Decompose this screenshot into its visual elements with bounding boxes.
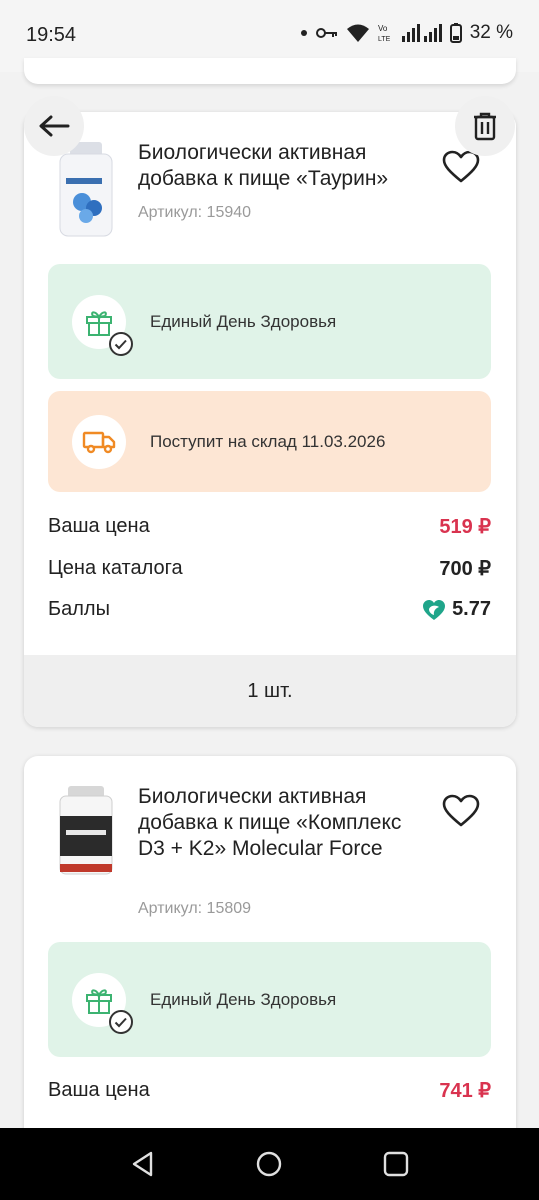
svg-text:LTE: LTE: [378, 36, 391, 43]
back-button[interactable]: [24, 96, 84, 156]
cart-item-card: Биологически активная добавка к пище «Та…: [24, 112, 516, 727]
product-title[interactable]: Биологически активная добавка к пище «Ко…: [138, 784, 428, 862]
check-circle-icon: [109, 331, 133, 356]
promo-stock-arrival: Поступит на склад 11.03.2026: [48, 391, 491, 492]
svg-text:Vo: Vo: [378, 24, 388, 33]
promo-icon-wrap: [72, 294, 133, 356]
your-price-label: Ваша цена: [48, 515, 150, 537]
your-price-value: 519 ₽: [439, 516, 491, 538]
catalog-price-label: Цена каталога: [48, 557, 183, 579]
points-value-wrap: 5.77: [422, 598, 491, 621]
nav-home-icon[interactable]: [255, 1150, 283, 1178]
delete-button[interactable]: [455, 96, 515, 156]
quantity-selector[interactable]: 1 шт.: [24, 655, 516, 727]
quantity-value: 1 шт.: [247, 679, 293, 702]
points-row: Баллы 5.77: [48, 598, 491, 621]
catalog-price-row: Цена каталога 700 ₽: [48, 556, 491, 581]
your-price-label: Ваша цена: [48, 1079, 150, 1101]
promo-health-day[interactable]: Единый День Здоровья: [48, 942, 491, 1057]
product-sku: Артикул: 15809: [138, 900, 252, 917]
points-label: Баллы: [48, 598, 110, 620]
truck-icon: [82, 431, 116, 453]
vpn-key-icon: [315, 28, 337, 38]
nav-recents-icon[interactable]: [382, 1150, 410, 1178]
favorite-heart-icon[interactable]: [442, 794, 480, 828]
check-circle-icon: [109, 1009, 133, 1034]
promo-health-day[interactable]: Единый День Здоровья: [48, 264, 491, 379]
arrow-left-icon: [39, 115, 70, 137]
status-icons: Vo LTE 32 %: [300, 22, 513, 44]
system-nav-bar: [0, 1128, 539, 1200]
trash-icon: [474, 112, 496, 141]
cart-item-card: Биологически активная добавка к пище «Ко…: [24, 756, 516, 1156]
status-time: 19:54: [26, 24, 77, 46]
promo-icon-wrap: [72, 414, 126, 469]
your-price-value: 741 ₽: [439, 1080, 491, 1102]
product-sku: Артикул: 15940: [138, 204, 252, 221]
promo-text: Единый День Здоровья: [150, 311, 337, 331]
points-heart-leaf-icon: [423, 599, 446, 620]
points-value: 5.77: [452, 598, 491, 620]
volte-icon: Vo LTE: [378, 24, 391, 43]
catalog-price-value: 700 ₽: [439, 558, 491, 580]
nav-back-icon[interactable]: [129, 1150, 157, 1178]
previous-card-edge: [24, 58, 516, 84]
promo-text: Поступит на склад 11.03.2026: [150, 431, 386, 451]
promo-icon-wrap: [72, 972, 133, 1034]
battery-percent: 32 %: [469, 22, 513, 43]
your-price-row: Ваша цена 741 ₽: [48, 1078, 491, 1103]
wifi-icon: [346, 24, 369, 42]
battery-icon: [449, 23, 462, 43]
promo-text: Единый День Здоровья: [150, 989, 337, 1009]
product-title[interactable]: Биологически активная добавка к пище «Та…: [138, 140, 428, 192]
dot-icon: [300, 30, 307, 36]
product-image: [59, 142, 113, 237]
product-image: [59, 786, 113, 875]
your-price-row: Ваша цена 519 ₽: [48, 514, 491, 539]
signal-icon: [401, 24, 442, 42]
favorite-heart-icon[interactable]: [442, 150, 480, 184]
